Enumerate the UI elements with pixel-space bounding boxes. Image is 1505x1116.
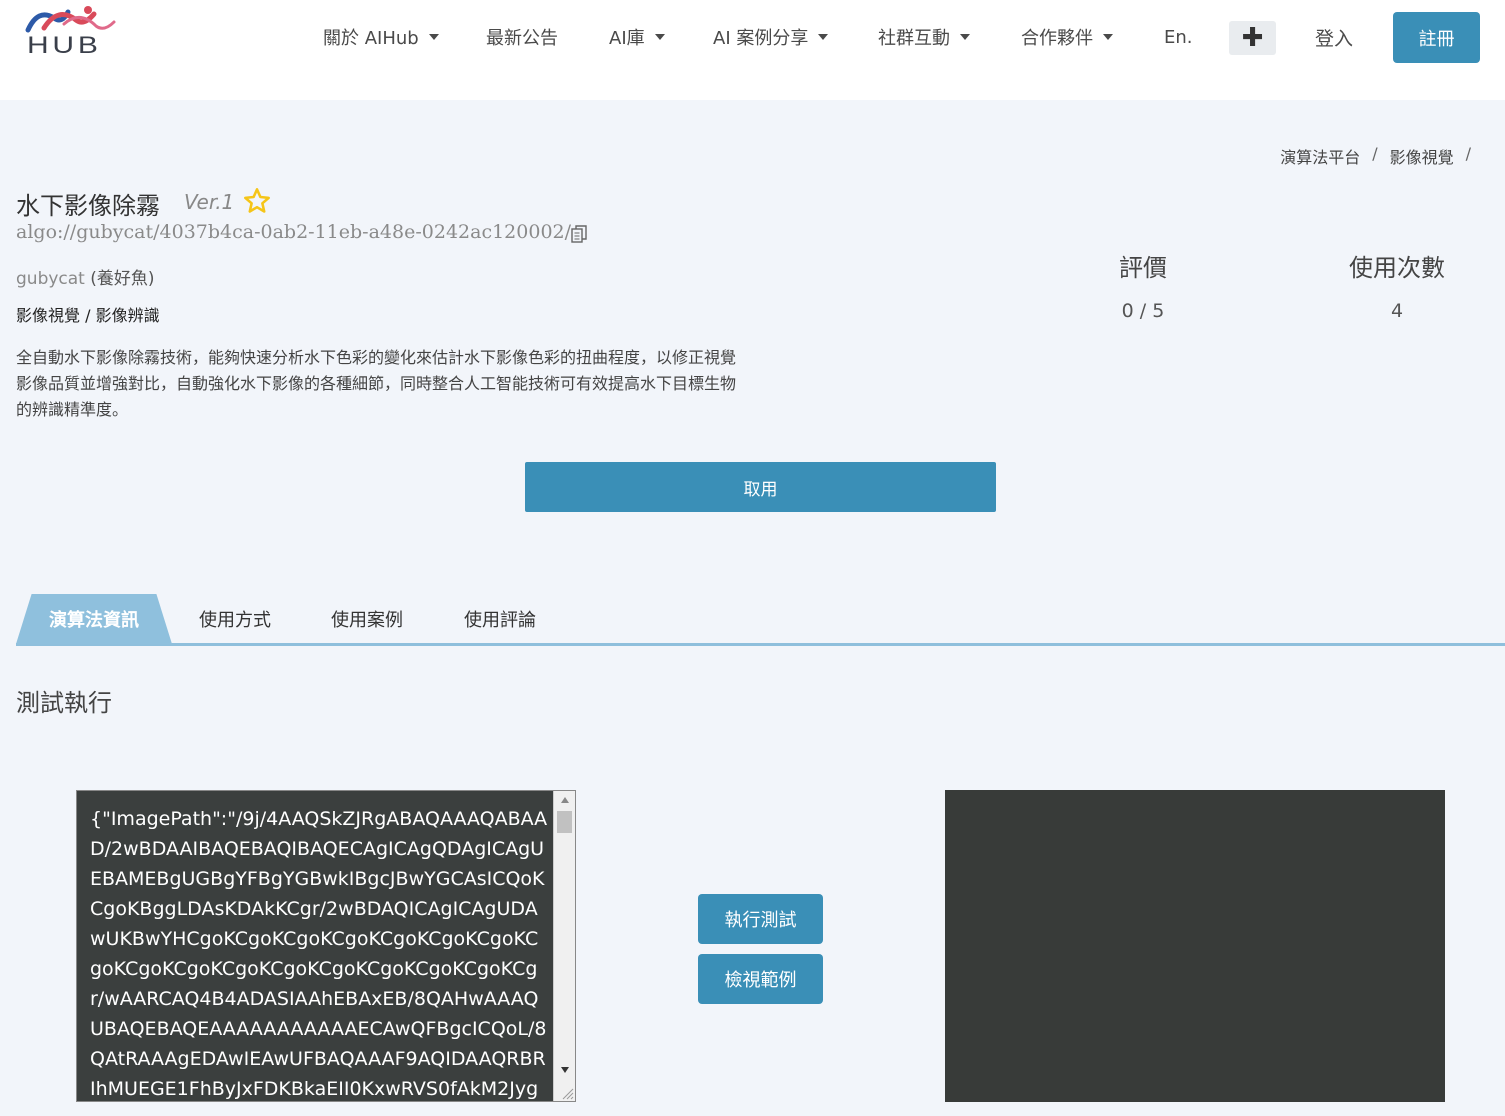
tab-usage[interactable]: 使用方式 [199, 594, 271, 644]
algorithm-title: 水下影像除霧 [16, 192, 160, 220]
tab-bar: 演算法資訊 使用方式 使用案例 使用評論 [16, 594, 1505, 646]
usage-count-label: 使用次數 [1349, 254, 1445, 282]
caret-down-icon [1103, 34, 1113, 40]
copy-icon[interactable] [571, 225, 587, 243]
rating-label: 評價 [1119, 254, 1167, 282]
nav-ai-cases[interactable]: AI 案例分享 [713, 22, 829, 52]
caret-down-icon [654, 34, 665, 40]
nav-news-label: 最新公告 [486, 28, 558, 49]
nav-ai-cases-label: AI 案例分享 [713, 28, 809, 49]
plus-icon: ✚ [1241, 23, 1264, 53]
register-button[interactable]: 註冊 [1393, 12, 1480, 63]
breadcrumb-separator: / [1465, 144, 1471, 163]
test-section-title: 測試執行 [16, 689, 112, 717]
nav-ai-library-label: AI庫 [609, 28, 645, 49]
usage-count-value: 4 [1390, 300, 1404, 322]
resize-handle-icon[interactable] [560, 1086, 574, 1100]
breadcrumb-item-platform[interactable]: 演算法平台 [1280, 144, 1360, 168]
owner-username: gubycat [16, 269, 85, 289]
algorithm-owner[interactable]: gubycat (養好魚) [16, 264, 155, 289]
login-link[interactable]: 登入 [1315, 24, 1353, 51]
algorithm-version: Ver.1 [184, 190, 235, 214]
nav-english[interactable]: En. [1164, 22, 1193, 52]
apply-button[interactable]: 取用 [525, 462, 996, 512]
star-icon[interactable] [243, 187, 271, 215]
nav-community[interactable]: 社群互動 [878, 22, 970, 52]
breadcrumb: 演算法平台 / 影像視覺 / [1280, 144, 1471, 168]
caret-down-icon [428, 34, 439, 40]
nav-english-label: En. [1164, 26, 1193, 48]
algorithm-category: 影像視覺 / 影像辨識 [16, 306, 160, 325]
nav-ai-library[interactable]: AI庫 [609, 22, 665, 52]
scroll-up-icon[interactable] [561, 797, 569, 803]
run-test-button[interactable]: 執行測試 [698, 894, 823, 944]
test-input-value[interactable]: {"ImagePath":"/9j/4AAQSkZJRgABAQAAAQABAA… [90, 804, 548, 1101]
owner-display-name: (養好魚) [90, 269, 155, 289]
tab-reviews[interactable]: 使用評論 [464, 594, 536, 644]
plus-button[interactable]: ✚ [1229, 21, 1276, 55]
nav-news[interactable]: 最新公告 [486, 22, 558, 52]
caret-down-icon [818, 34, 829, 40]
textarea-scrollbar[interactable] [553, 791, 575, 1101]
aihub-logo[interactable]: HUB [24, 4, 124, 59]
breadcrumb-separator: / [1372, 144, 1378, 163]
site-header: HUB 關於 AIHub 最新公告 AI庫 AI 案例分享 社群互動 合作夥伴 … [0, 0, 1505, 100]
test-output-panel [945, 790, 1445, 1102]
scrollbar-thumb[interactable] [557, 811, 572, 833]
nav-community-label: 社群互動 [878, 28, 950, 49]
algorithm-description: 全自動水下影像除霧技術，能夠快速分析水下色彩的變化來估計水下影像色彩的扭曲程度，… [16, 348, 737, 419]
rating-value: 0 / 5 [1121, 300, 1165, 322]
view-example-button[interactable]: 檢視範例 [698, 954, 823, 1004]
logo-text: HUB [27, 32, 102, 59]
nav-about-label: 關於 AIHub [323, 28, 419, 49]
test-input-textarea[interactable]: {"ImagePath":"/9j/4AAQSkZJRgABAQAAAQABAA… [76, 790, 576, 1102]
nav-partners[interactable]: 合作夥伴 [1021, 22, 1113, 52]
logo-swoosh-icon [25, 6, 116, 33]
nav-partners-label: 合作夥伴 [1021, 28, 1093, 49]
caret-down-icon [960, 34, 970, 40]
nav-about[interactable]: 關於 AIHub [323, 22, 439, 52]
breadcrumb-item-vision[interactable]: 影像視覺 [1390, 144, 1454, 168]
tab-use-cases[interactable]: 使用案例 [331, 594, 403, 644]
tab-algorithm-info[interactable]: 演算法資訊 [16, 594, 172, 644]
algorithm-path: algo://gubycat/4037b4ca-0ab2-11eb-a48e-0… [16, 221, 572, 243]
scroll-down-icon[interactable] [561, 1067, 569, 1073]
